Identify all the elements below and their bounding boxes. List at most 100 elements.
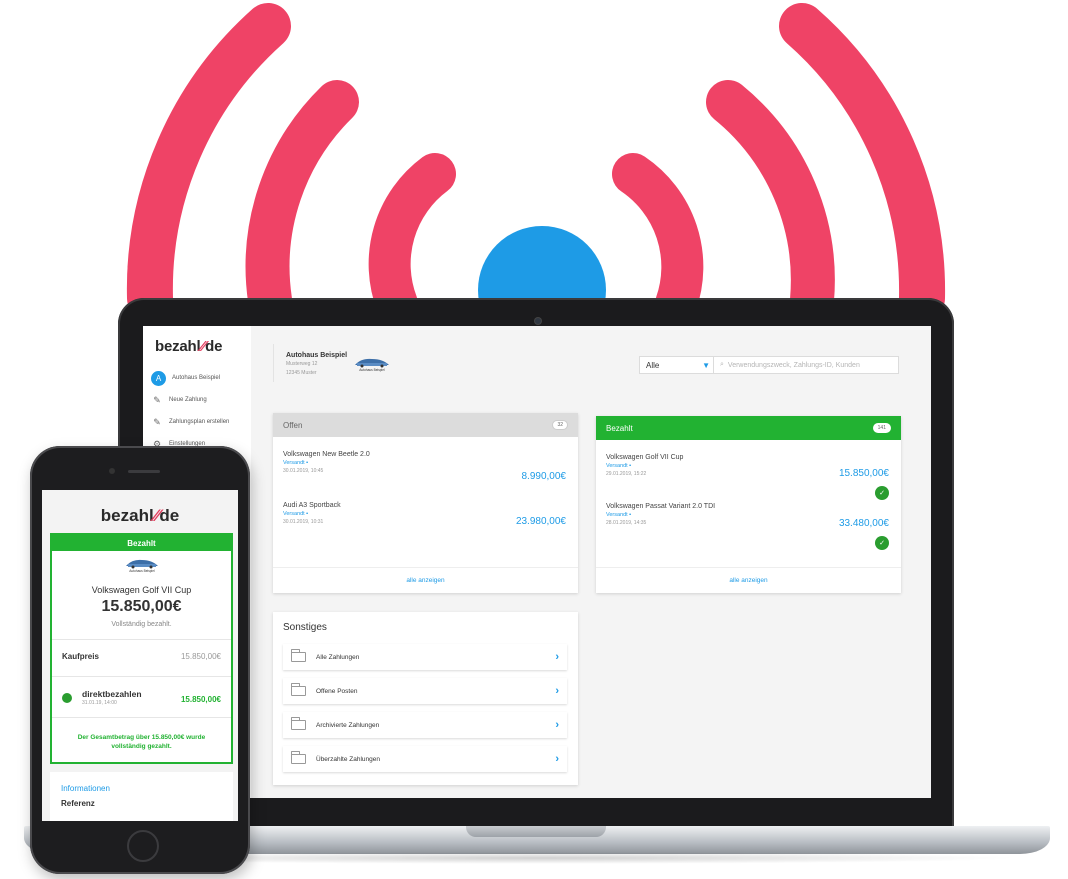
phone-camera [109,468,115,474]
company-logo: Autohaus Beispiel [355,358,389,372]
sidebar-item-label: Autohaus Beispiel [172,375,221,381]
company-logo: Autohaus Beispiel [126,559,158,573]
chevron-right-icon: › [555,753,559,765]
show-all-open-link[interactable]: alle anzeigen [273,567,578,593]
divider [52,639,231,640]
company-name: Autohaus Beispiel [286,352,348,359]
mail-icon: ▪ [629,463,632,469]
phone-brand-logo: bezahl⁄⁄de [100,506,180,525]
item-amount: 15.850,00€ [838,468,889,479]
phone-info-section: Informationen Referenz [50,772,233,821]
misc-item-all-payments[interactable]: Alle Zahlungen › [283,644,567,670]
item-title: Volkswagen Golf VII Cup [606,454,684,461]
list-item[interactable]: Volkswagen Golf VII Cup Versandt ▪ 29.01… [606,454,889,500]
company-logo-caption: Autohaus Beispiel [129,569,155,573]
item-title: Audi A3 Sportback [283,502,341,509]
item-title: Volkswagen Passat Variant 2.0 TDI [606,503,716,510]
laptop-notch [466,826,606,837]
open-card-header: Offen 32 [273,413,578,437]
paid-card-title: Bezahlt [606,423,633,433]
wave-left-middle [245,80,359,322]
phone-item-amount: 15.850,00€ [101,598,182,615]
chevron-right-icon: › [555,719,559,731]
search-icon: ⌕ [720,361,724,368]
filter-value: Alle [646,360,660,370]
misc-item-label: Alle Zahlungen [316,653,360,661]
laptop-screen: bezahl⁄⁄de A Autohaus Beispiel ✎ Neue Za… [143,326,931,798]
wave-right-inner [612,153,704,325]
folder-icon [291,717,306,730]
list-item[interactable]: Volkswagen New Beetle 2.0 Versandt ▪ 30.… [283,451,566,482]
sidebar-item-label: Zahlungsplan erstellen [169,419,230,425]
chevron-right-icon: › [555,651,559,663]
purchase-price-value: 15.850,00€ [180,652,221,661]
mail-icon: ▪ [306,511,309,517]
list-item[interactable]: Audi A3 Sportback Versandt ▪ 30.01.2019,… [283,502,566,527]
phone-home-button[interactable] [127,830,159,862]
phone-screen: bezahl⁄⁄de Bezahlt Autohaus Beispiel Vol… [42,490,238,821]
item-status: Versandt ▪ [283,460,309,466]
sidebar-item-account[interactable]: A Autohaus Beispiel [151,368,220,388]
paid-check-icon: ✓ [875,486,889,500]
misc-item-label: Offene Posten [316,687,358,695]
company-street: Musterweg 12 [286,361,318,367]
company-logo-caption: Autohaus Beispiel [359,368,385,372]
info-heading[interactable]: Informationen [61,784,110,793]
brand-logo[interactable]: bezahl⁄⁄de [155,338,222,355]
laptop-camera [535,318,541,324]
search-placeholder: Verwendungszweck, Zahlungs-ID, Kunden [727,361,860,369]
folder-icon [291,683,306,696]
misc-item-archived[interactable]: Archivierte Zahlungen › [283,712,567,738]
divider [52,676,231,677]
wave-left-inner [368,153,456,325]
misc-item-overpaid[interactable]: Überzahlte Zahlungen › [283,746,567,772]
payment-method-icon [62,693,72,703]
company-city: 12345 Muster [286,370,317,376]
phone-item-status: Vollständig bezahlt. [111,621,172,628]
item-title: Volkswagen New Beetle 2.0 [283,451,370,458]
phone-speaker [128,470,160,473]
item-amount: 8.990,00€ [521,471,567,482]
list-item[interactable]: Volkswagen Passat Variant 2.0 TDI Versan… [606,503,889,550]
folder-icon [291,649,306,662]
phone-card-header: Bezahlt [52,535,231,551]
edit-icon: ✎ [153,416,161,427]
sidebar-item-new-payment[interactable]: ✎ Neue Zahlung [151,390,207,410]
edit-icon: ✎ [153,394,161,405]
misc-item-label: Überzahlte Zahlungen [316,755,380,763]
show-all-paid-link[interactable]: alle anzeigen [596,567,901,593]
item-amount: 23.980,00€ [515,516,566,527]
misc-item-open-items[interactable]: Offene Posten › [283,678,567,704]
misc-card: Sonstiges Alle Zahlungen › Offene Posten… [273,612,578,785]
payment-date: 31.01.19, 14:00 [82,700,117,706]
chevron-down-icon: ▼ [702,360,710,370]
mail-icon: ▪ [306,460,309,466]
open-card-title: Offen [283,420,303,430]
sidebar-item-label: Neue Zahlung [169,397,207,403]
purchase-price-row: Kaufpreis 15.850,00€ [62,652,221,661]
search-input[interactable]: ⌕ Verwendungszweck, Zahlungs-ID, Kunden [713,356,899,374]
reference-label: Referenz [61,799,95,808]
divider [52,717,231,718]
phone-payment-card: Bezahlt Autohaus Beispiel Volkswagen Gol… [50,533,233,764]
payment-method-name: direktbezahlen [82,689,142,699]
sidebar-item-payment-plan[interactable]: ✎ Zahlungsplan erstellen [151,412,229,432]
filter-select[interactable]: Alle ▼ [639,356,717,374]
wave-right-middle [706,80,835,322]
paid-check-icon: ✓ [875,536,889,550]
purchase-price-label: Kaufpreis [62,652,99,661]
misc-item-label: Archivierte Zahlungen [316,721,380,729]
avatar: A [151,370,166,386]
paid-payments-card: Bezahlt 141 Volkswagen Golf VII Cup Vers… [596,416,901,593]
misc-card-title: Sonstiges [283,622,327,633]
mail-icon: ▪ [629,512,632,518]
payment-complete-note: Der Gesamtbetrag über 15.850,00€ wurde v… [77,734,206,750]
chevron-right-icon: › [555,685,559,697]
header-divider [273,344,274,382]
open-payments-card: Offen 32 Volkswagen New Beetle 2.0 Versa… [273,413,578,593]
phone-item-title: Volkswagen Golf VII Cup [91,585,192,595]
count-badge: 32 [552,420,568,430]
company-info: Autohaus Beispiel Musterweg 12 12345 Mus… [286,352,347,377]
count-badge: 141 [872,423,891,433]
item-amount: 33.480,00€ [838,518,889,529]
